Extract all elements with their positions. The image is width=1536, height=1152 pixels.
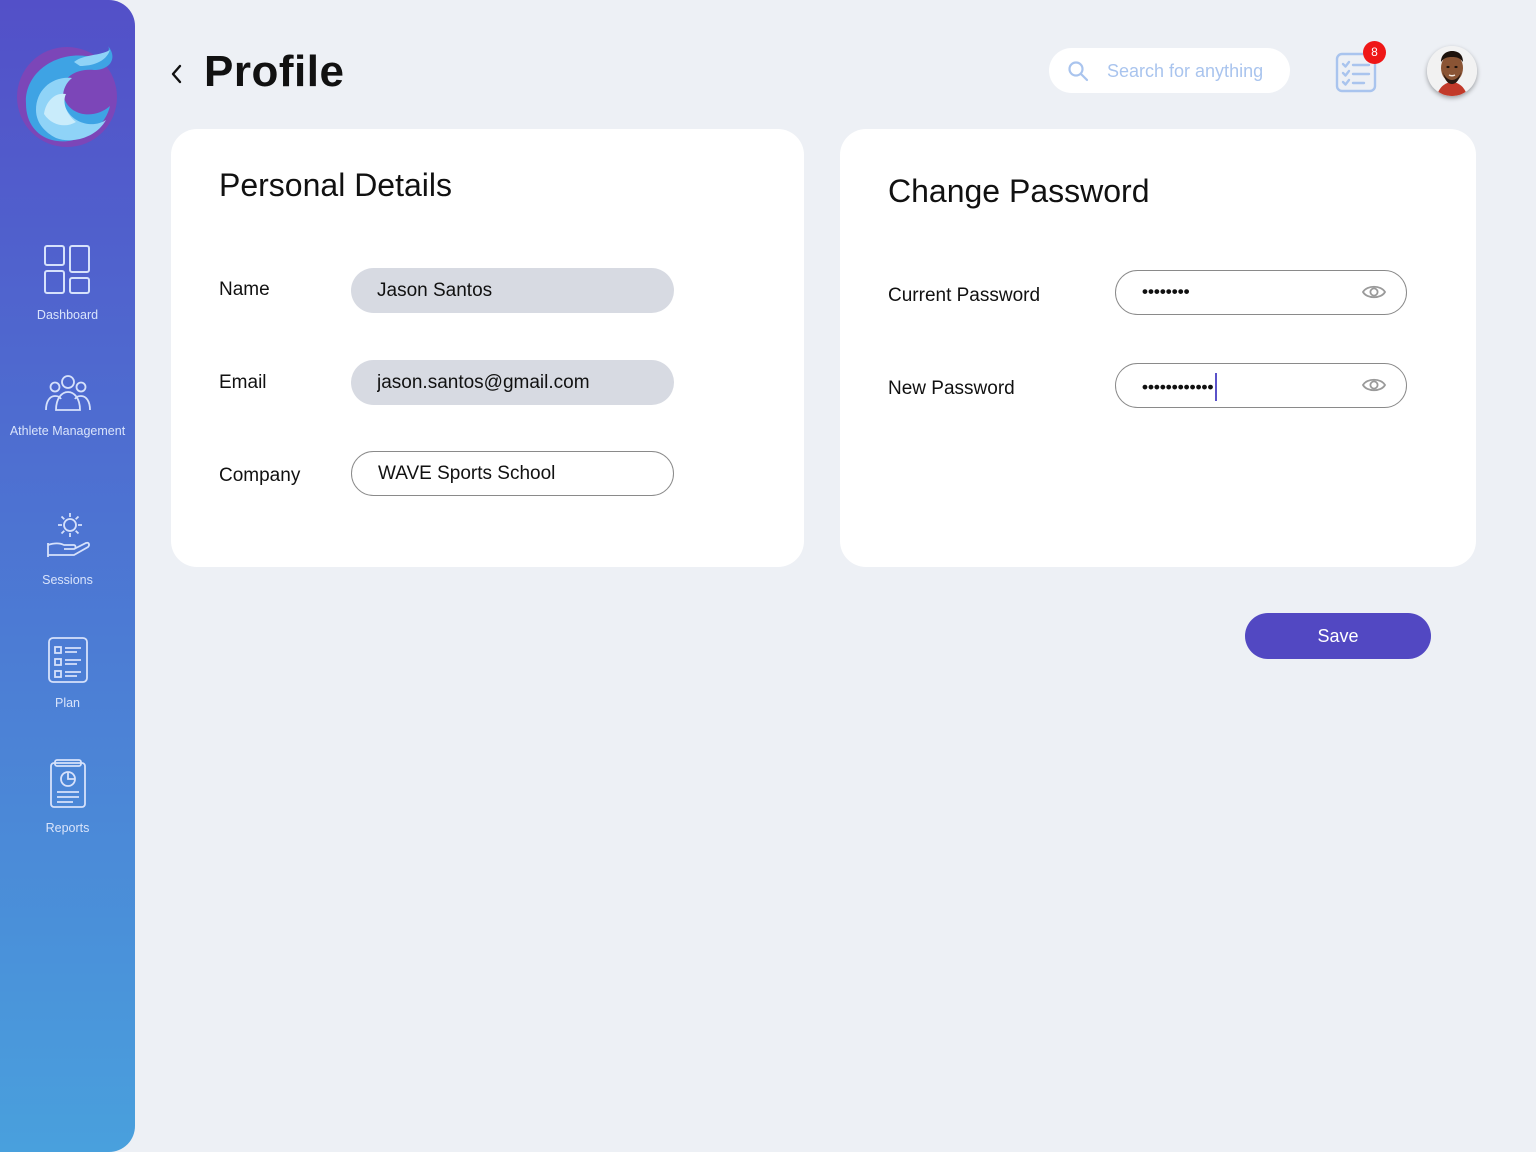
company-label: Company [219,465,301,486]
sidebar: Dashboard Athlete Management Sessions Pl… [0,0,135,1152]
name-field[interactable] [351,268,674,313]
new-password-value: •••••••••••• [1142,377,1214,397]
report-document-icon [0,759,135,814]
user-avatar[interactable] [1427,46,1477,96]
wave-logo-icon[interactable] [14,44,120,150]
checklist-icon [0,636,135,689]
current-password-field[interactable]: •••••••• [1115,270,1407,315]
search-input[interactable] [1107,56,1283,86]
email-label: Email [219,372,267,393]
email-field[interactable] [351,360,674,405]
nav-label-athlete-management: Athlete Management [9,424,126,438]
personal-details-card: Personal Details Name Email Company [171,129,804,567]
nav-item-athlete-management[interactable]: Athlete Management [0,372,135,440]
new-password-field[interactable]: •••••••••••• [1115,363,1407,408]
chevron-left-icon [171,64,182,84]
new-password-text: •••••••••••• [1142,373,1218,402]
back-button[interactable] [166,60,188,88]
eye-icon[interactable] [1361,283,1387,306]
save-button[interactable]: Save [1245,613,1431,659]
people-group-icon [0,372,135,417]
search-icon [1067,60,1089,87]
new-password-label: New Password [888,378,1015,399]
personal-details-title: Personal Details [219,167,452,203]
nav-label-plan: Plan [54,696,81,710]
nav-label-dashboard: Dashboard [36,308,99,322]
current-password-value: •••••••• [1142,282,1190,301]
nav-label-sessions: Sessions [42,573,93,587]
nav-item-reports[interactable]: Reports [0,759,135,837]
search-bar[interactable] [1049,48,1290,93]
notification-badge: 8 [1363,41,1386,64]
change-password-title: Change Password [888,173,1150,209]
current-password-label: Current Password [888,285,1041,306]
dashboard-grid-icon [0,244,135,301]
name-label: Name [219,279,270,300]
nav-label-reports: Reports [45,821,90,835]
change-password-card: Change Password Current Password •••••••… [840,129,1476,567]
nav-item-plan[interactable]: Plan [0,636,135,712]
text-cursor [1215,373,1218,401]
eye-icon[interactable] [1361,376,1387,399]
company-field[interactable] [351,451,674,496]
nav-item-dashboard[interactable]: Dashboard [0,244,135,324]
nav-item-sessions[interactable]: Sessions [0,509,135,589]
page-title: Profile [204,47,345,96]
hand-gear-icon [0,509,135,566]
